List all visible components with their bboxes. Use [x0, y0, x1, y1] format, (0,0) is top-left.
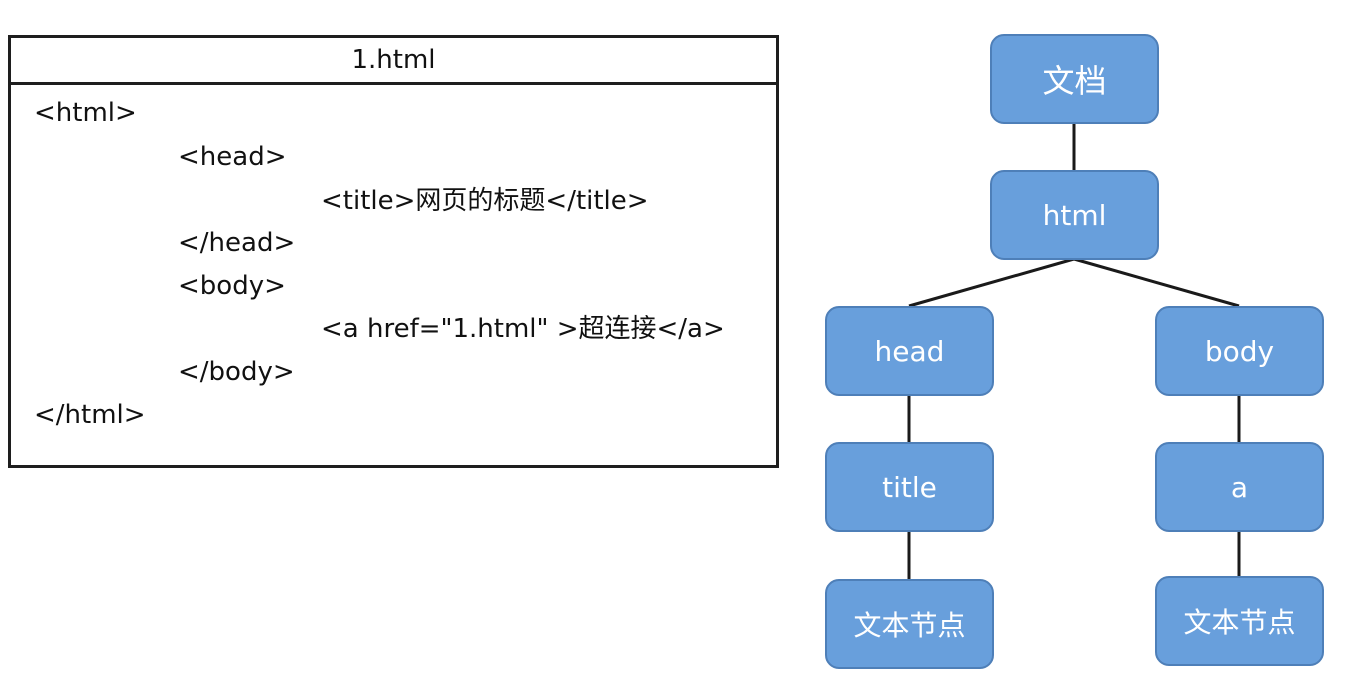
- node-a-text: 文本节点: [1155, 576, 1324, 666]
- edge-html-body: [1073, 257, 1240, 308]
- edge-html-head: [908, 257, 1075, 308]
- node-body: body: [1155, 306, 1324, 396]
- node-title: title: [825, 442, 994, 532]
- node-title-text: 文本节点: [825, 579, 994, 669]
- node-a: a: [1155, 442, 1324, 532]
- node-html: html: [990, 170, 1159, 260]
- node-head: head: [825, 306, 994, 396]
- node-document: 文档: [990, 34, 1159, 124]
